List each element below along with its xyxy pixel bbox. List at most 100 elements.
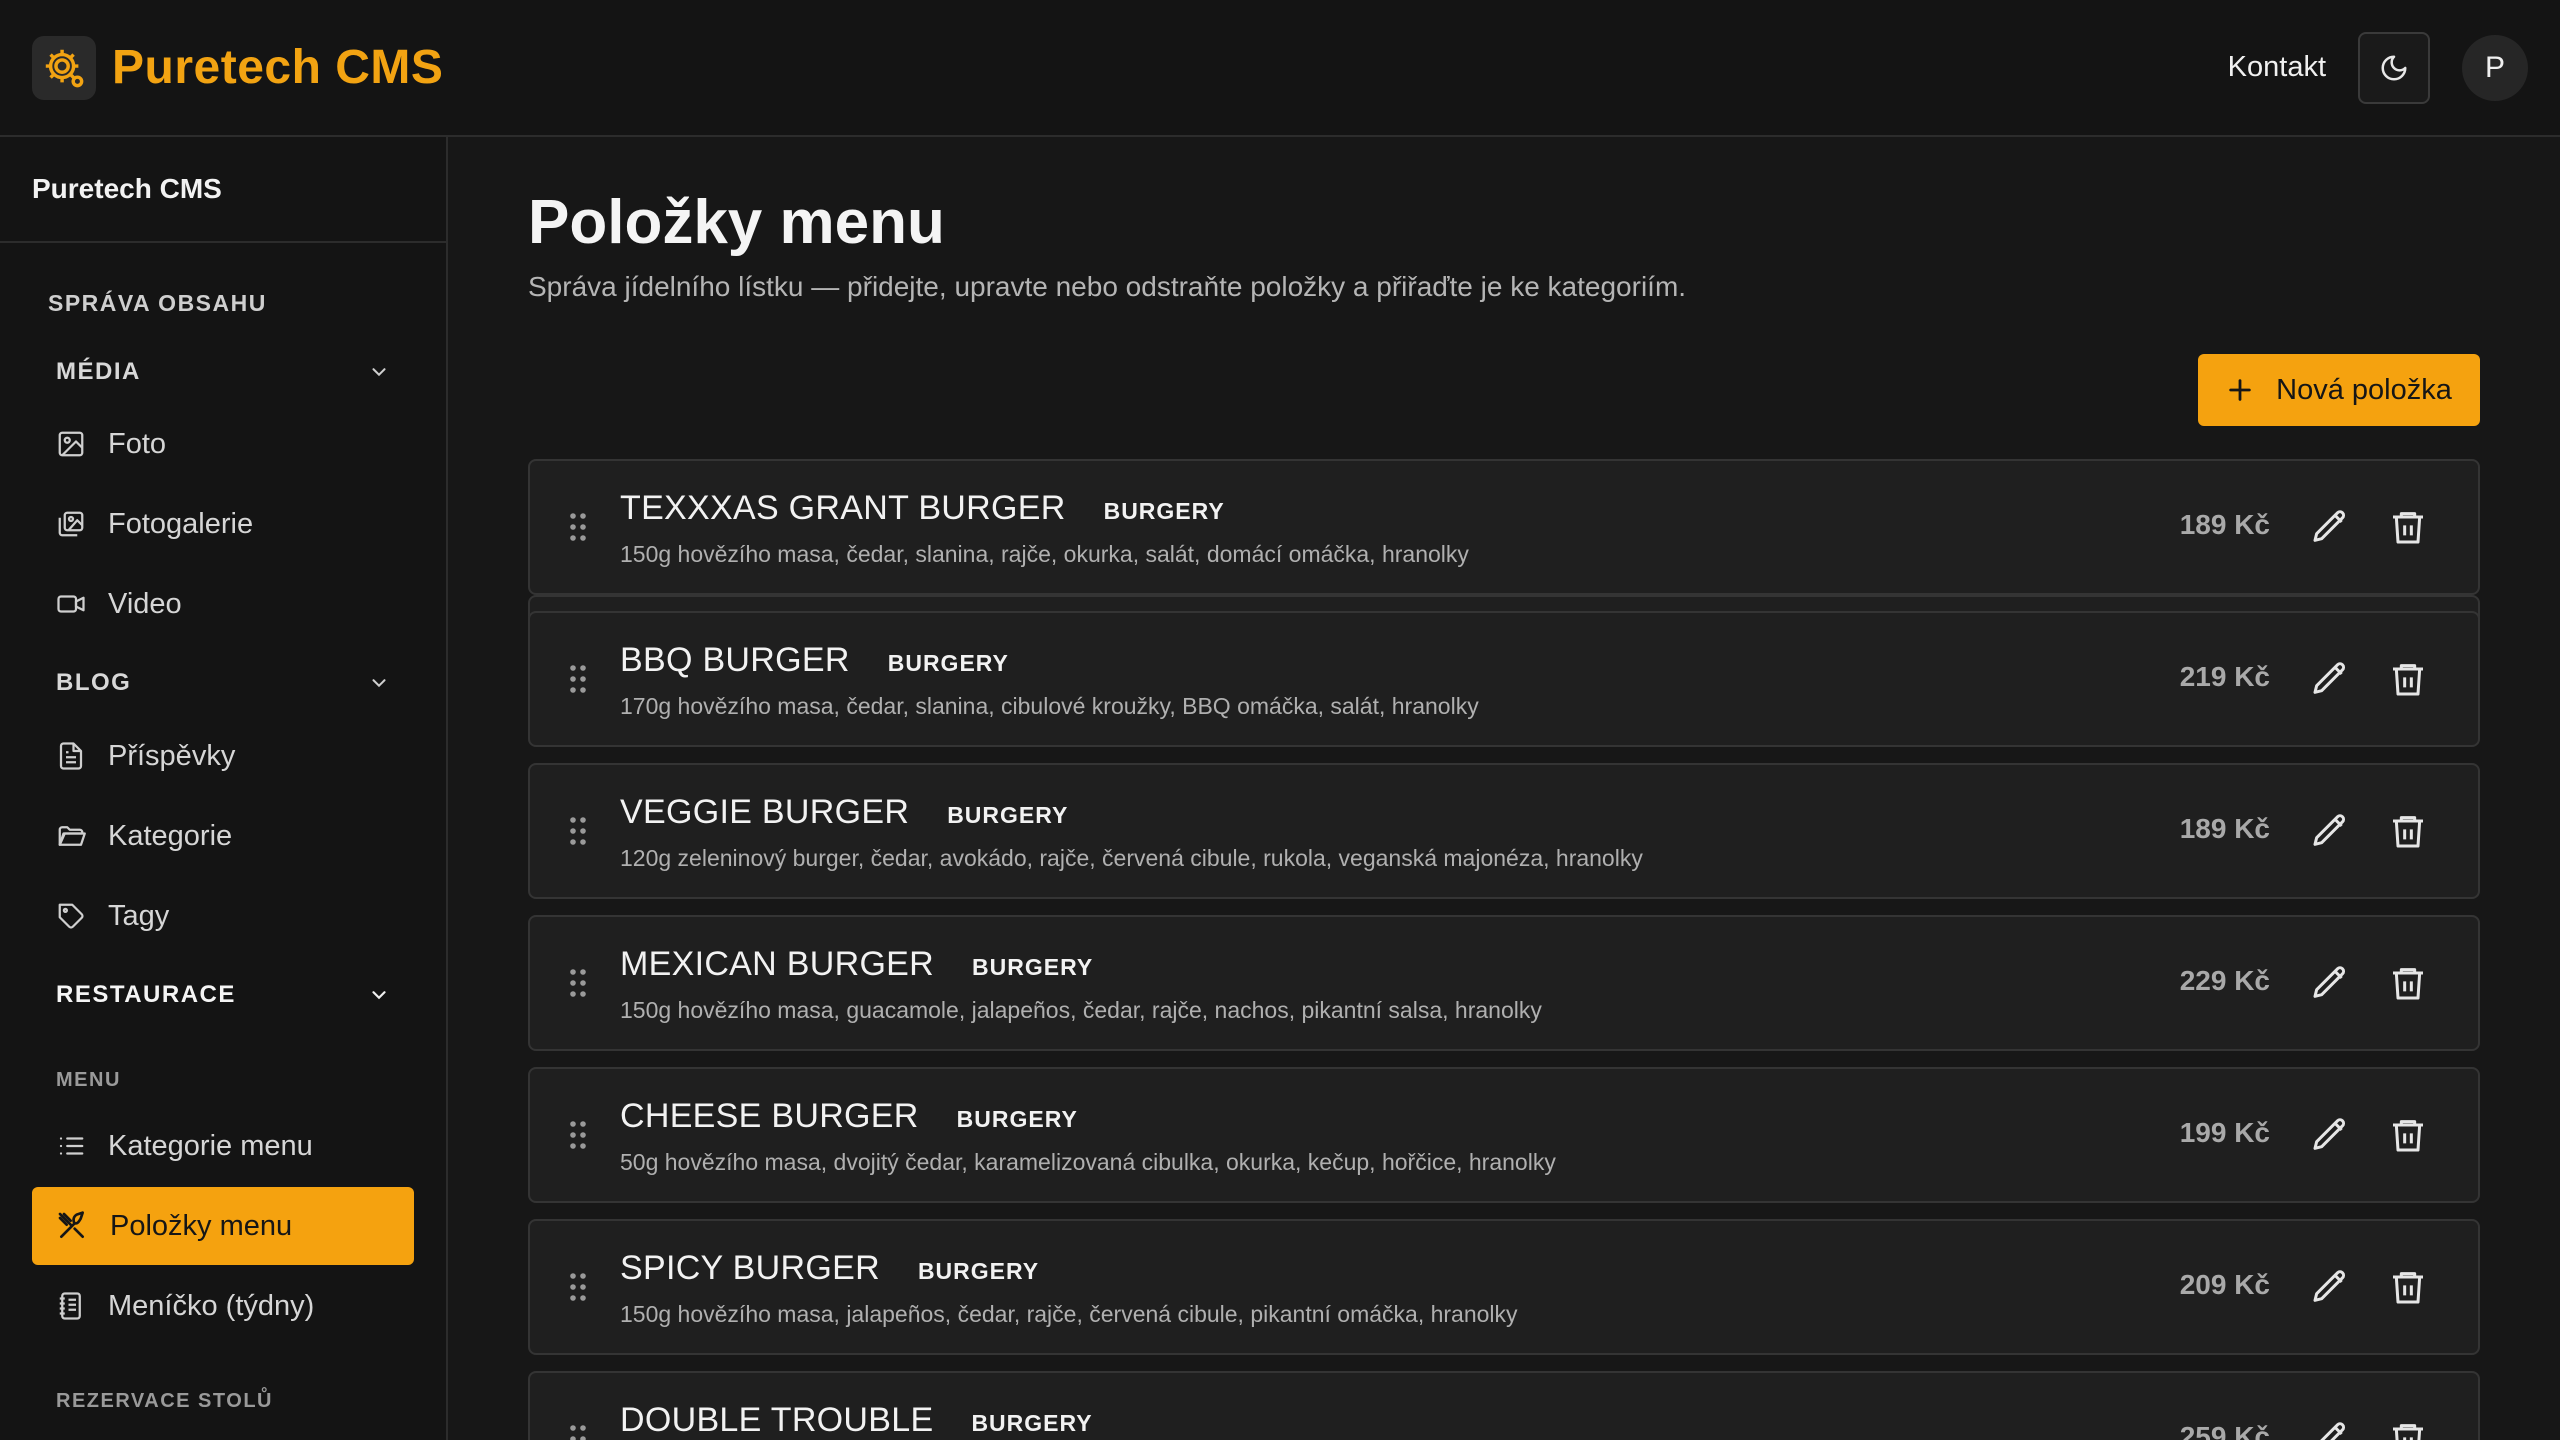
- sidebar-subsection-menu: MENU: [56, 1069, 121, 1091]
- user-avatar[interactable]: P: [2462, 34, 2528, 101]
- item-price: 229 Kč: [2179, 965, 2270, 996]
- drag-handle-icon[interactable]: [568, 663, 588, 695]
- sidebar-item-label: Kategorie menu: [108, 1129, 313, 1162]
- sidebar-item-video[interactable]: Video: [32, 565, 414, 643]
- list-icon: [59, 1137, 84, 1155]
- trash-icon[interactable]: [2388, 811, 2428, 851]
- item-price: 199 Kč: [2179, 1117, 2270, 1148]
- drag-handle-icon[interactable]: [568, 1119, 588, 1151]
- sidebar-item-foto[interactable]: Foto: [32, 405, 414, 483]
- sidebar-group-label: MÉDIA: [56, 358, 141, 385]
- item-description: 150g hovězího masa, čedar, slanina, rajč…: [620, 541, 1469, 567]
- new-item-label: Nová položka: [2276, 373, 2452, 406]
- contact-link[interactable]: Kontakt: [2228, 51, 2326, 84]
- top-bar: Puretech CMS Kontakt P: [0, 0, 2560, 137]
- item-category: BURGERY: [887, 650, 1009, 676]
- item-name: SPICY BURGER: [620, 1249, 880, 1287]
- sidebar-group-restaurace[interactable]: RESTAURACE: [56, 975, 390, 1015]
- sidebar-group-media[interactable]: MÉDIA: [56, 352, 390, 392]
- sidebar-section-title: SPRÁVA OBSAHU: [48, 290, 267, 316]
- item-name: MEXICAN BURGER: [620, 945, 935, 983]
- sidebar-item-kategorie-menu[interactable]: Kategorie menu: [32, 1107, 414, 1185]
- sidebar-item-tagy[interactable]: Tagy: [32, 877, 414, 955]
- sidebar-item-label: Příspěvky: [108, 739, 236, 772]
- brand[interactable]: Puretech CMS: [32, 35, 444, 100]
- item-name: VEGGIE BURGER: [620, 793, 910, 831]
- trash-icon[interactable]: [2388, 659, 2428, 699]
- drag-handle-icon[interactable]: [568, 511, 588, 543]
- sidebar-group-blog[interactable]: BLOG: [56, 663, 390, 703]
- trash-icon[interactable]: [2388, 1115, 2428, 1155]
- chevron-down-icon: [372, 368, 386, 377]
- pencil-icon[interactable]: [2310, 1267, 2350, 1307]
- theme-toggle-button[interactable]: [2358, 31, 2430, 104]
- trash-icon[interactable]: [2388, 963, 2428, 1003]
- sidebar-item-label: Kategorie: [108, 819, 233, 852]
- trash-icon[interactable]: [2388, 1419, 2428, 1440]
- sidebar: Puretech CMS SPRÁVA OBSAHU MÉDIA Foto Fo…: [0, 137, 448, 1440]
- sidebar-group-label: BLOG: [56, 669, 132, 696]
- item-name: CHEESE BURGER: [620, 1097, 919, 1135]
- drag-handle-icon[interactable]: [568, 1271, 588, 1303]
- drag-handle-icon[interactable]: [568, 967, 588, 999]
- pencil-icon[interactable]: [2310, 1419, 2350, 1440]
- main-content: Položky menu Správa jídelního lístku — p…: [450, 137, 2560, 1440]
- plus-icon: [2229, 379, 2251, 401]
- sidebar-item-fotogalerie[interactable]: Fotogalerie: [32, 485, 414, 563]
- item-description: 150g hovězího masa, jalapeños, čedar, ra…: [620, 1301, 1518, 1327]
- page-subtitle: Správa jídelního lístku — přidejte, upra…: [528, 271, 1687, 302]
- sidebar-item-prispevky[interactable]: Příspěvky: [32, 717, 414, 795]
- item-description: 50g hovězího masa, dvojitý čedar, karame…: [620, 1149, 1556, 1175]
- list-item[interactable]: TEXXXAS GRANT BURGER BURGERY 150g hovězíh…: [528, 459, 2480, 595]
- sidebar-item-label: Video: [108, 587, 182, 620]
- trash-icon[interactable]: [2388, 507, 2428, 547]
- sidebar-item-label: Meníčko (týdny): [108, 1289, 315, 1322]
- item-description: 170g hovězího masa, čedar, slanina, cibu…: [620, 693, 1479, 719]
- item-description: 150g hovězího masa, guacamole, jalapeños…: [620, 997, 1542, 1023]
- item-category: BURGERY: [972, 954, 1094, 980]
- notebook-icon: [59, 1292, 81, 1320]
- brand-name: Puretech CMS: [112, 41, 444, 94]
- sidebar-item-menicko[interactable]: Meníčko (týdny): [32, 1267, 414, 1345]
- trash-icon[interactable]: [2388, 1267, 2428, 1307]
- item-price: 189 Kč: [2179, 813, 2270, 844]
- list-item[interactable]: SPICY BURGER BURGERY 150g hovězího masa, …: [528, 1219, 2480, 1355]
- pencil-icon[interactable]: [2310, 963, 2350, 1003]
- item-price: 259 Kč: [2179, 1421, 2270, 1440]
- item-price: 219 Kč: [2179, 661, 2270, 692]
- pencil-icon[interactable]: [2310, 507, 2350, 547]
- chevron-down-icon: [372, 679, 386, 688]
- item-name: DOUBLE TROUBLE: [620, 1401, 934, 1439]
- item-price: 189 Kč: [2179, 509, 2270, 540]
- list-item[interactable]: BBQ BURGER BURGERY 170g hovězího masa, če…: [528, 611, 2480, 747]
- pencil-icon[interactable]: [2310, 1115, 2350, 1155]
- new-item-button[interactable]: Nová položka: [2198, 354, 2480, 426]
- item-description: 120g zeleninový burger, čedar, avokádo, …: [620, 845, 1643, 871]
- item-category: BURGERY: [1103, 498, 1225, 524]
- sidebar-item-polozky-menu[interactable]: Položky menu: [32, 1187, 414, 1265]
- image-icon: [58, 431, 84, 457]
- item-category: BURGERY: [917, 1258, 1040, 1284]
- pencil-icon[interactable]: [2310, 659, 2350, 699]
- document-icon: [59, 742, 83, 770]
- gear-logo-icon: [32, 35, 96, 100]
- list-item[interactable]: DOUBLE TROUBLE BURGERY 259 Kč: [528, 1371, 2480, 1440]
- video-icon: [57, 595, 85, 613]
- item-category: BURGERY: [971, 1410, 1093, 1436]
- sidebar-group-label: RESTAURACE: [56, 981, 236, 1008]
- item-category: BURGERY: [956, 1106, 1078, 1132]
- drag-handle-icon[interactable]: [568, 1423, 588, 1440]
- list-item[interactable]: MEXICAN BURGER BURGERY 150g hovězího masa…: [528, 915, 2480, 1051]
- drag-handle-icon[interactable]: [568, 815, 588, 847]
- list-item[interactable]: VEGGIE BURGER BURGERY 120g zeleninový bur…: [528, 763, 2480, 899]
- item-name: BBQ BURGER: [620, 641, 850, 679]
- item-category: BURGERY: [947, 802, 1069, 828]
- pencil-icon[interactable]: [2310, 811, 2350, 851]
- sidebar-item-label: Fotogalerie: [108, 507, 254, 540]
- list-item[interactable]: CHEESE BURGER BURGERY 50g hovězího masa, …: [528, 1067, 2480, 1203]
- moon-icon: [2381, 55, 2407, 80]
- sidebar-item-label: Položky menu: [110, 1209, 293, 1242]
- item-price: 209 Kč: [2179, 1269, 2270, 1300]
- page-title: Položky menu: [528, 188, 945, 257]
- sidebar-item-kategorie[interactable]: Kategorie: [32, 797, 414, 875]
